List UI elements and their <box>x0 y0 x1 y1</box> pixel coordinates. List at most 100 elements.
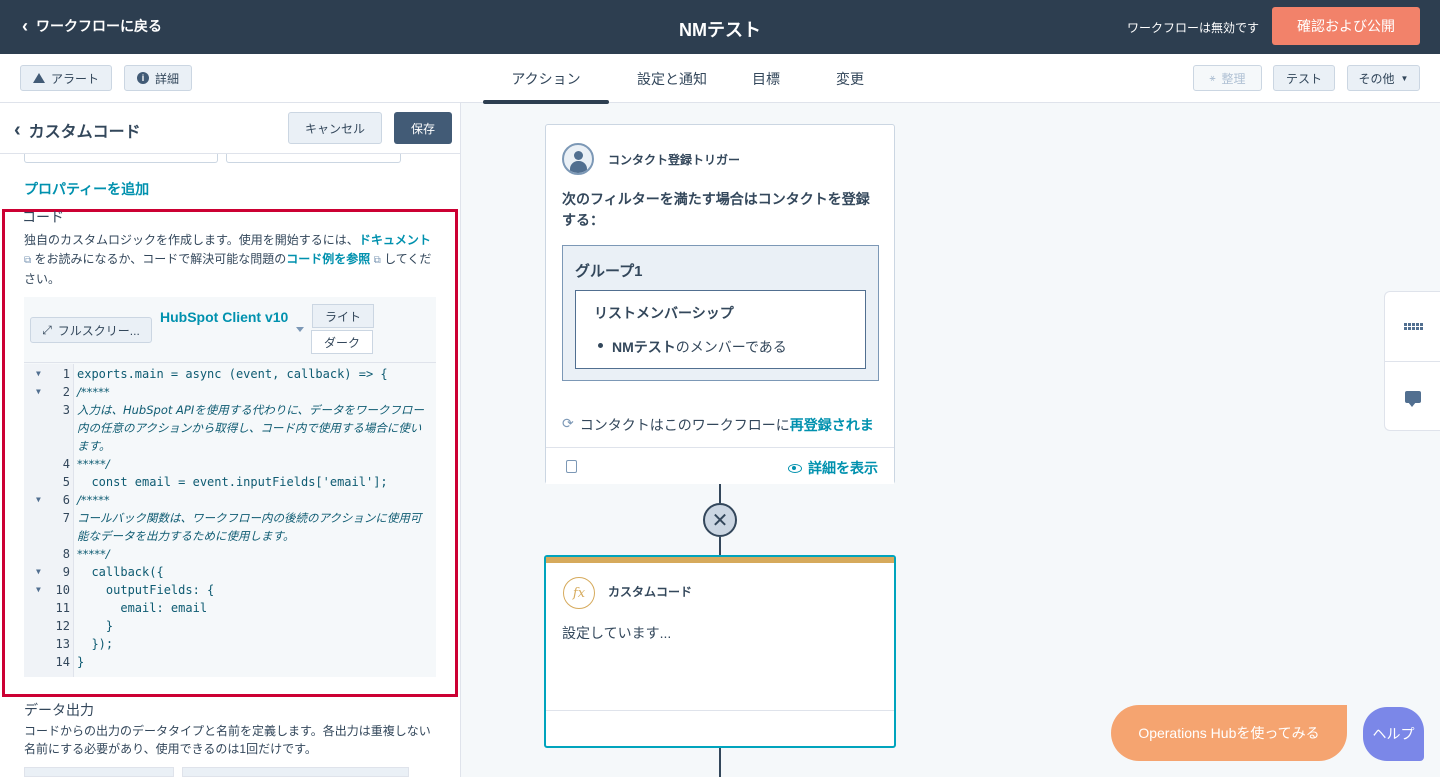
delete-step-icon[interactable]: ✕ <box>703 503 737 537</box>
review-publish-button[interactable]: 確認および公開 <box>1272 7 1420 45</box>
fullscreen-label: フルスクリー... <box>57 323 140 338</box>
custom-code-panel: ‹ カスタムコード キャンセル 保存 プロパティーを追加 コード 独自のカスタム… <box>0 103 461 777</box>
connector-line <box>719 537 721 555</box>
tab-goals[interactable]: 目標 <box>735 54 797 103</box>
top-bar: ‹ ワークフローに戻る NMテスト ワークフローは無効です 確認および公開 <box>0 0 1440 54</box>
divider <box>546 710 894 711</box>
reenroll-link[interactable]: 再登録されま <box>790 415 874 435</box>
caret-down-icon <box>296 327 304 332</box>
function-icon: fx <box>563 577 595 609</box>
contact-icon <box>562 143 594 175</box>
filter-box: リストメンバーシップ NMテストのメンバーである <box>575 290 866 369</box>
data-output-heading: データ出力 <box>24 702 94 718</box>
code-text: *****/ <box>77 547 110 561</box>
bullet-icon <box>598 343 603 348</box>
expand-icon: ⤢ <box>42 322 52 337</box>
organize-icon: ⚹ <box>1209 72 1216 84</box>
code-line: 11 email: email <box>55 601 208 615</box>
code-text: email: email <box>77 601 208 615</box>
tab-actions[interactable]: アクション <box>483 54 609 104</box>
workflow-toolbar: アラート i 詳細 アクション 設定と通知 目標 変更 ⚹ 整理 テスト その他… <box>0 54 1440 104</box>
custom-code-action-card[interactable]: fx カスタムコード 設定しています... <box>544 555 896 748</box>
operations-hub-trial-button[interactable]: Operations Hubを使ってみる <box>1111 705 1347 761</box>
tab-settings[interactable]: 設定と通知 <box>609 54 735 103</box>
more-label: その他 <box>1358 71 1395 86</box>
client-version-select[interactable]: HubSpot Client v10 <box>160 305 308 329</box>
filter-list-name: NMテスト <box>612 339 676 355</box>
add-property-link[interactable]: プロパティーを追加 <box>24 179 149 199</box>
organize-label: 整理 <box>1221 71 1246 86</box>
code-text: }); <box>77 637 114 651</box>
tab-changes[interactable]: 変更 <box>797 54 903 103</box>
enrollment-trigger-card[interactable]: コンタクト登録トリガー 次のフィルターを満たす場合はコンタクトを登録する： グル… <box>545 124 895 484</box>
filter-title: リストメンバーシップ <box>594 305 734 321</box>
code-text: } <box>77 619 114 633</box>
fullscreen-button[interactable]: ⤢ フルスクリー... <box>30 317 152 343</box>
help-button[interactable]: ヘルプ <box>1363 707 1424 761</box>
info-icon: i <box>136 72 149 84</box>
tab-list: アクション 設定と通知 目標 変更 <box>483 54 903 104</box>
code-line: ▼ 1 exports.main = async (event, callback)… <box>36 365 388 383</box>
group-title: グループ1 <box>575 263 643 280</box>
apps-button[interactable] <box>1385 292 1440 362</box>
reenroll-text: コンタクトはこのワークフローに <box>579 417 790 433</box>
card-accent <box>546 557 894 563</box>
code-line: 5 const email = event.inputFields['email… <box>62 475 388 489</box>
view-details-label: 詳細を表示 <box>808 460 878 476</box>
code-text: 入力は、HubSpot APIを使用する代わりに、データをワークフロー内の任意の… <box>77 403 424 453</box>
fold-arrow-icon[interactable]: ▼ <box>36 491 41 509</box>
filter-group: グループ1 リストメンバーシップ NMテストのメンバーである <box>562 245 879 381</box>
panel-title[interactable]: ‹ カスタムコード <box>14 118 141 142</box>
back-label: ワークフローに戻る <box>36 18 162 34</box>
trigger-label: コンタクト登録トリガー <box>608 153 741 167</box>
code-line: 12 } <box>55 619 114 633</box>
eye-icon <box>788 463 802 473</box>
clipboard-icon[interactable] <box>566 460 577 473</box>
test-button[interactable]: テスト <box>1273 65 1335 91</box>
alert-button[interactable]: アラート <box>20 65 112 91</box>
code-line: ▼ 9 callback({ <box>36 563 164 581</box>
documentation-link[interactable]: ドキュメント <box>359 233 431 247</box>
action-label: カスタムコード <box>608 585 693 599</box>
fold-arrow-icon[interactable]: ▼ <box>36 383 41 401</box>
view-details-link[interactable]: 詳細を表示 <box>788 458 878 478</box>
code-heading: コード <box>22 209 64 225</box>
organize-button[interactable]: ⚹ 整理 <box>1193 65 1262 91</box>
input-field-stub[interactable] <box>24 154 218 163</box>
filter-condition-text: のメンバーである <box>675 339 787 355</box>
code-text: outputFields: { <box>77 583 215 597</box>
fold-arrow-icon[interactable]: ▼ <box>36 563 41 581</box>
code-text: const email = event.inputFields['email']… <box>77 475 388 489</box>
cancel-button[interactable]: キャンセル <box>288 112 382 144</box>
code-editor[interactable]: ⤢ フルスクリー... HubSpot Client v10 ライト ダーク ▼… <box>24 297 436 677</box>
code-description: 独自のカスタムロジックを作成します。使用を開始するには、ドキュメント ⧉ をお読… <box>24 231 434 289</box>
external-link-icon: ⧉ <box>373 255 381 266</box>
code-text: callback({ <box>77 565 164 579</box>
refresh-icon: ⟳ <box>562 415 574 431</box>
details-button[interactable]: i 詳細 <box>124 65 192 91</box>
output-type-select-stub[interactable] <box>24 767 174 777</box>
action-status: 設定しています... <box>562 625 672 641</box>
code-line: 3 入力は、HubSpot APIを使用する代わりに、データをワークフロー内の任… <box>24 401 436 455</box>
panel-header: ‹ カスタムコード キャンセル 保存 <box>0 103 460 154</box>
input-field-stub[interactable] <box>226 154 401 163</box>
fold-arrow-icon[interactable]: ▼ <box>36 581 41 599</box>
theme-dark-button[interactable]: ダーク <box>311 330 373 354</box>
card-footer: 詳細を表示 <box>546 447 894 484</box>
save-button[interactable]: 保存 <box>394 112 452 144</box>
code-line: 4 *****/ <box>24 455 436 473</box>
code-examples-link[interactable]: コード例を参照 <box>286 252 370 266</box>
fold-arrow-icon[interactable]: ▼ <box>36 365 41 383</box>
warning-icon <box>32 73 45 83</box>
code-line: 7 コールバック関数は、ワークフロー内の後続のアクションに使用可能なデータを出力… <box>24 509 436 545</box>
code-text: } <box>77 655 85 669</box>
more-dropdown[interactable]: その他 ▼ <box>1347 65 1420 91</box>
code-text: *****/ <box>77 457 110 471</box>
code-text: コールバック関数は、ワークフロー内の後続のアクションに使用可能なデータを出力する… <box>77 511 422 543</box>
code-line: 14} <box>55 655 85 669</box>
back-to-workflows-link[interactable]: ‹ ワークフローに戻る <box>22 16 162 36</box>
theme-light-button[interactable]: ライト <box>312 304 374 328</box>
comments-button[interactable] <box>1385 362 1440 432</box>
output-name-input-stub[interactable] <box>182 767 409 777</box>
data-output-description: コードからの出力のデータタイプと名前を定義します。各出力は重複しない名前にする必… <box>24 724 431 756</box>
